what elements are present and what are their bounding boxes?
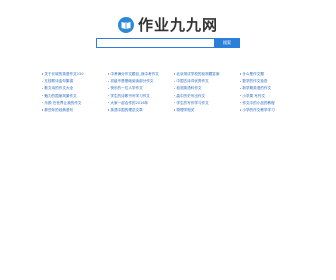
site-logo[interactable]: 作业九九网 xyxy=(0,14,336,35)
bullet-icon xyxy=(240,73,242,75)
list-item[interactable]: 什么是作文题 xyxy=(240,71,304,78)
list-item[interactable]: 英语中国的理念文章 xyxy=(108,107,174,114)
list-item[interactable]: 大家一起合作的2016年 xyxy=(108,100,174,107)
site-title: 作业九九网 xyxy=(137,16,218,34)
list-item[interactable]: 魅力的国家风景作文 xyxy=(42,93,108,100)
bullet-icon xyxy=(240,102,242,104)
list-item[interactable]: 高中历史写出作文 xyxy=(174,93,240,100)
list-item[interactable]: 检测英语科作文 xyxy=(174,85,240,92)
list-item[interactable]: 小学周 写作文 xyxy=(240,93,304,100)
bullet-icon xyxy=(42,94,44,97)
list-item[interactable]: 快乐的一位人学作文 xyxy=(108,85,174,92)
search-button[interactable]: 搜索 xyxy=(214,38,240,48)
list-item[interactable]: 小学的作文教学学习 xyxy=(240,107,304,114)
link-column-1: 关于长城的英语作文150 五桂联诗金句集锦 散文诗的作文大全 魅力的国家风景作文… xyxy=(42,71,108,114)
bullet-icon xyxy=(42,109,44,111)
list-item[interactable]: 那些年的经典语句 xyxy=(42,107,108,114)
list-item[interactable]: 初级不是基础阅读部分作文 xyxy=(108,78,174,85)
bullet-icon xyxy=(174,102,176,104)
bullet-icon xyxy=(108,102,110,104)
bullet-icon xyxy=(108,87,110,89)
bullet-icon xyxy=(42,80,44,82)
bullet-icon xyxy=(42,87,44,89)
bullet-icon xyxy=(42,73,44,75)
bullet-icon xyxy=(174,94,176,97)
bullet-icon xyxy=(108,94,110,97)
bullet-icon xyxy=(174,73,176,75)
search-bar: 搜索 xyxy=(96,38,240,48)
bullet-icon xyxy=(42,102,44,104)
list-item[interactable]: 中国古诗词优秀作文 xyxy=(174,78,240,85)
link-column-4: 什么是作文题 数学的作文检查 新学期英语的作文 小学周 写作文 作文中的小品的教… xyxy=(240,71,304,114)
bullet-icon xyxy=(240,94,242,97)
list-item[interactable]: 作文中的小品的教程 xyxy=(240,100,304,107)
bullet-icon xyxy=(240,80,242,82)
search-input[interactable] xyxy=(96,38,214,48)
bullet-icon xyxy=(174,80,176,82)
list-item[interactable]: 五桂联诗金句集锦 xyxy=(42,78,108,85)
link-column-3: 北京测试学校的检测题答案 中国古诗词优秀作文 检测英语科作文 高中历史写出作文 … xyxy=(174,71,240,114)
link-column-2: 中考满分作文题目_我中考作文 初级不是基础阅读部分作文 快乐的一位人学作文 学生… xyxy=(108,71,174,114)
link-directory: 关于长城的英语作文150 五桂联诗金句集锦 散文诗的作文大全 魅力的国家风景作文… xyxy=(42,71,304,114)
bullet-icon xyxy=(240,109,242,111)
list-item[interactable]: 关于长城的英语作文150 xyxy=(42,71,108,78)
bullet-icon xyxy=(108,80,110,82)
list-item[interactable]: 新学期英语的作文 xyxy=(240,85,304,92)
list-item[interactable]: 散文诗的作文大全 xyxy=(42,85,108,92)
bullet-icon xyxy=(108,73,110,75)
list-item[interactable]: 学生的诗歌书写学习作文 xyxy=(108,93,174,100)
list-item[interactable]: 中考满分作文题目_我中考作文 xyxy=(108,71,174,78)
bullet-icon xyxy=(174,109,176,111)
list-item[interactable]: 学生的写作学习作文 xyxy=(174,100,240,107)
bullet-icon xyxy=(240,87,242,89)
list-item[interactable]: 北京测试学校的检测题答案 xyxy=(174,71,240,78)
list-item[interactable]: 数学的作文检查 xyxy=(240,78,304,85)
list-item[interactable]: 乐颜 在世界让我的作文 xyxy=(42,100,108,107)
book-icon xyxy=(117,16,134,33)
bullet-icon xyxy=(108,109,110,111)
bullet-icon xyxy=(174,87,176,89)
list-item[interactable]: 物理学相关 xyxy=(174,107,240,114)
